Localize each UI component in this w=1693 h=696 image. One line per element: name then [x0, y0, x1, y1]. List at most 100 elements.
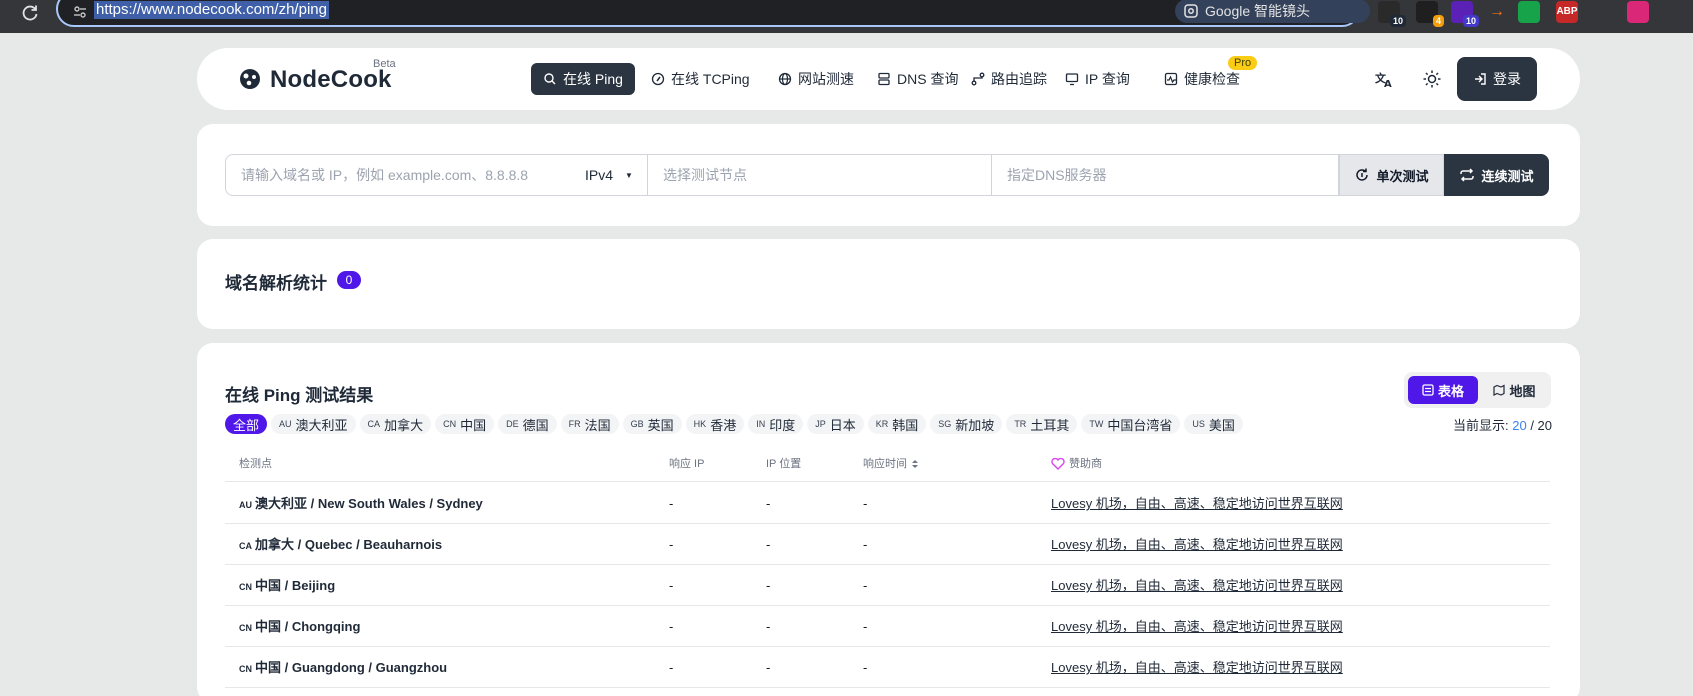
url-text[interactable]: https://www.nodecook.com/zh/ping: [94, 1, 329, 19]
response-ip: -: [669, 619, 674, 634]
country-code: HK: [693, 419, 707, 429]
response-time: -: [863, 619, 868, 634]
filter-chip[interactable]: TR 土耳其: [1006, 414, 1078, 434]
nav-item-3[interactable]: DNS 查询: [865, 63, 970, 95]
logo-text[interactable]: NodeCook: [270, 66, 392, 94]
dns-stats-title: 域名解析统计: [225, 274, 327, 293]
filter-chip[interactable]: HK 香港: [685, 414, 745, 434]
ip-location: -: [766, 619, 771, 634]
ip-location: -: [766, 537, 771, 552]
nav-item-4[interactable]: 路由追踪: [959, 63, 1059, 95]
filter-chip[interactable]: GB 英国: [622, 414, 682, 434]
country-code: CA: [367, 419, 381, 429]
location-text: 中国 / Guangdong / Guangzhou: [255, 660, 448, 675]
ext-4-icon[interactable]: [1518, 1, 1540, 23]
ext-6-icon[interactable]: [1627, 1, 1649, 23]
filter-chip[interactable]: CN 中国: [435, 414, 495, 434]
reload-icon[interactable]: [20, 3, 40, 23]
translate-icon[interactable]: 文A: [1374, 69, 1394, 89]
map-view-button[interactable]: 地图: [1482, 376, 1547, 404]
filter-label: 土耳其: [1030, 417, 1070, 433]
response-ip: -: [669, 660, 674, 675]
node-select[interactable]: 选择测试节点: [648, 154, 992, 196]
nodecook-logo-icon[interactable]: [239, 68, 261, 90]
filter-chip[interactable]: JP 日本: [807, 414, 864, 434]
ext-3-icon[interactable]: 10: [1451, 1, 1479, 27]
filter-chip[interactable]: CA 加拿大: [359, 414, 432, 434]
ext-2-icon[interactable]: 4: [1416, 1, 1444, 27]
nav-item-5[interactable]: IP 查询: [1053, 63, 1142, 95]
filter-label: 中国: [460, 417, 487, 433]
col-response-time[interactable]: 响应时间: [863, 446, 919, 482]
sponsor-link[interactable]: Lovesy 机场，自由、高速、稳定地访问世界互联网: [1051, 647, 1343, 688]
dns-stats-card: 域名解析统计 0: [197, 239, 1580, 329]
ip-version-select[interactable]: IPv4 ▼: [570, 154, 648, 196]
ext-1-icon[interactable]: 10: [1378, 1, 1406, 27]
dns-server-input[interactable]: 指定DNS服务器: [992, 154, 1339, 196]
filter-chip[interactable]: US 美国: [1184, 414, 1243, 434]
sponsor-link[interactable]: Lovesy 机场，自由、高速、稳定地访问世界互联网: [1051, 483, 1343, 524]
filter-chip[interactable]: FR 法国: [560, 414, 619, 434]
nav-label: 网站测速: [798, 71, 854, 87]
country-code: GB: [630, 419, 644, 429]
continuous-test-button[interactable]: 连续测试: [1444, 154, 1549, 196]
ext-abp-label: ABP: [1556, 6, 1578, 17]
country-code: CN: [239, 664, 252, 674]
sponsor-link[interactable]: Lovesy 机场，自由、高速、稳定地访问世界互联网: [1051, 606, 1343, 647]
ext-abp-icon[interactable]: ABP: [1556, 1, 1578, 23]
compass-icon: [651, 72, 665, 86]
sponsor-link[interactable]: Lovesy 机场，自由、高速、稳定地访问世界互联网: [1051, 565, 1343, 606]
ext-arrow-label: →: [1489, 3, 1505, 20]
col-sponsor-label: 赞助商: [1069, 458, 1102, 470]
table-view-label: 表格: [1437, 383, 1464, 399]
filter-chip[interactable]: SG 新加坡: [930, 414, 1003, 434]
node-location: CN 中国 / Guangdong / Guangzhou: [239, 647, 447, 690]
country-code: TR: [1014, 419, 1027, 429]
site-settings-icon[interactable]: [72, 4, 88, 20]
table-view-button[interactable]: 表格: [1408, 376, 1478, 404]
ext-arrow-icon[interactable]: →: [1486, 1, 1508, 23]
login-button[interactable]: 登录: [1457, 57, 1537, 101]
globe-icon: [778, 72, 792, 86]
ping-form: 请输入域名或 IP，例如 example.com、8.8.8.8 IPv4 ▼ …: [197, 124, 1580, 226]
filter-label: 印度: [769, 417, 796, 433]
country-code: KR: [875, 419, 889, 429]
google-lens-button[interactable]: Google 智能镜头: [1175, 0, 1370, 23]
filter-chip[interactable]: 全部: [225, 414, 268, 434]
filter-chip[interactable]: DE 德国: [498, 414, 557, 434]
theme-sun-icon[interactable]: [1422, 69, 1442, 89]
login-label: 登录: [1493, 71, 1521, 87]
sponsor-link[interactable]: Lovesy 机场，自由、高速、稳定地访问世界互联网: [1051, 524, 1343, 565]
country-code: CN: [239, 582, 252, 592]
filter-chip[interactable]: KR 韩国: [867, 414, 927, 434]
results-table-header: 检测点 响应 IP IP 位置 响应时间 赞助商: [225, 446, 1550, 482]
response-ip: -: [669, 578, 674, 593]
nav-item-2[interactable]: 网站测速: [766, 63, 866, 95]
showing-total: / 20: [1530, 418, 1552, 433]
svg-text:A: A: [1384, 79, 1392, 89]
country-code: DE: [506, 419, 519, 429]
filter-chip[interactable]: AU 澳大利亚: [271, 414, 356, 434]
nav-item-0[interactable]: 在线 Ping: [531, 63, 635, 95]
filter-label: 中国台湾省: [1107, 417, 1173, 433]
ip-location: -: [766, 496, 771, 511]
filter-label: 全部: [233, 417, 260, 433]
node-location: CN 中国 / Beijing: [239, 565, 335, 608]
host-input[interactable]: 请输入域名或 IP，例如 example.com、8.8.8.8: [225, 154, 571, 196]
ip-location: -: [766, 660, 771, 675]
address-bar[interactable]: https://www.nodecook.com/zh/ping Google …: [56, 0, 1396, 27]
server-icon: [878, 72, 890, 86]
country-code: FR: [568, 419, 581, 429]
filter-label: 英国: [647, 417, 674, 433]
showing-count: 当前显示: 20 / 20: [1453, 415, 1552, 434]
filter-label: 新加坡: [955, 417, 995, 433]
nav-item-1[interactable]: 在线 TCPing: [639, 63, 762, 95]
location-text: 澳大利亚 / New South Wales / Sydney: [255, 496, 483, 511]
filter-chip[interactable]: IN 印度: [748, 414, 804, 434]
nav-label: 在线 Ping: [563, 71, 623, 87]
beta-label: Beta: [373, 58, 396, 70]
filter-chip[interactable]: TW 中国台湾省: [1081, 414, 1181, 434]
ext-5-icon[interactable]: [1590, 1, 1612, 23]
country-filters: 全部 AU 澳大利亚 CA 加拿大 CN 中国 DE 德国 FR 法国 GB 英国 HK 香港 IN 印度 JP 日…: [225, 414, 1243, 436]
single-test-button[interactable]: 单次测试: [1339, 154, 1444, 196]
